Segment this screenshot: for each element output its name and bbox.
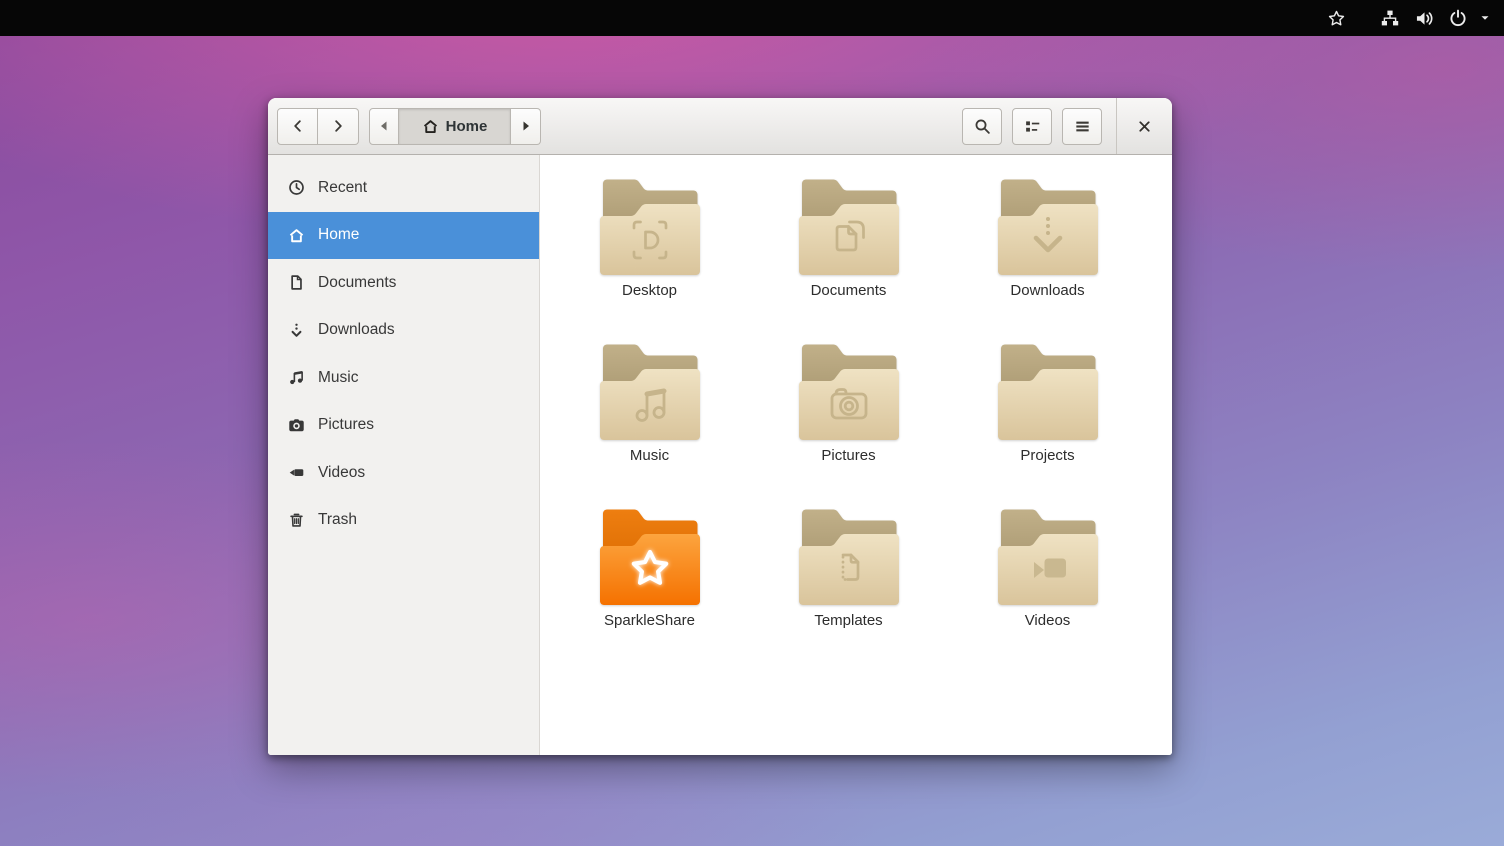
folder-icon-downloads	[995, 177, 1101, 277]
sidebar-item-label: Trash	[318, 511, 357, 529]
sidebar-item-downloads[interactable]: Downloads	[268, 307, 539, 355]
search-button[interactable]	[962, 108, 1002, 145]
sidebar-item-music[interactable]: Music	[268, 354, 539, 402]
home-icon	[287, 226, 305, 244]
home-icon	[422, 118, 439, 135]
folder-icon-documents	[796, 177, 902, 277]
folder-label: Videos	[1025, 612, 1071, 629]
sidebar-item-documents[interactable]: Documents	[268, 259, 539, 307]
sidebar-item-trash[interactable]: Trash	[268, 497, 539, 545]
history-nav-group	[277, 108, 359, 145]
sidebar-item-label: Documents	[318, 274, 396, 292]
window-body: Recent Home Documents Downloads Music Picture…	[268, 155, 1172, 755]
folder-icon-videos	[995, 507, 1101, 607]
folder-label: Pictures	[821, 447, 875, 464]
chevron-down-icon[interactable]	[1478, 0, 1492, 36]
sidebar-item-label: Videos	[318, 464, 365, 482]
view-list-button[interactable]	[1012, 108, 1052, 145]
sidebar-item-home[interactable]: Home	[268, 212, 539, 260]
back-button[interactable]	[277, 108, 318, 145]
folder-icon-pictures	[796, 342, 902, 442]
sidebar-item-label: Home	[318, 226, 359, 244]
path-home-button[interactable]: Home	[399, 108, 511, 145]
favorites-star-icon[interactable]	[1327, 0, 1346, 36]
folder-label: Music	[630, 447, 669, 464]
videos-icon	[287, 464, 305, 482]
folder-label: Documents	[811, 282, 887, 299]
sidebar-item-label: Music	[318, 369, 358, 387]
folder-label: Templates	[814, 612, 882, 629]
trash-icon	[287, 511, 305, 529]
sidebar-item-label: Recent	[318, 179, 367, 197]
folder-view: Desktop Documents Downloads Music Pictures Pr…	[540, 155, 1172, 755]
folder-icon-music	[597, 342, 703, 442]
folder-label: SparkleShare	[604, 612, 695, 629]
path-current-label: Home	[446, 118, 488, 135]
volume-icon[interactable]	[1414, 0, 1435, 36]
folder-templates[interactable]: Templates	[749, 505, 948, 670]
folder-downloads[interactable]: Downloads	[948, 175, 1147, 340]
downloads-icon	[287, 321, 305, 339]
folder-icon-none	[995, 342, 1101, 442]
folder-sparkleshare[interactable]: SparkleShare	[550, 505, 749, 670]
folder-label: Projects	[1020, 447, 1074, 464]
recent-icon	[287, 179, 305, 197]
power-icon[interactable]	[1448, 0, 1468, 36]
music-icon	[287, 369, 305, 387]
path-bar: Home	[369, 108, 541, 145]
folder-grid: Desktop Documents Downloads Music Pictures Pr…	[550, 175, 1172, 670]
folder-projects[interactable]: Projects	[948, 340, 1147, 505]
folder-icon-desktop	[597, 177, 703, 277]
network-icon[interactable]	[1380, 0, 1400, 36]
files-window: Home Recent Home Documents Downloads Music Pi…	[268, 98, 1172, 755]
close-icon[interactable]	[1127, 108, 1161, 145]
sidebar-item-label: Pictures	[318, 416, 374, 434]
headerbar: Home	[268, 98, 1172, 155]
folder-label: Desktop	[622, 282, 677, 299]
folder-music[interactable]: Music	[550, 340, 749, 505]
forward-button[interactable]	[318, 108, 359, 145]
folder-desktop[interactable]: Desktop	[550, 175, 749, 340]
system-tray	[1327, 0, 1504, 36]
path-scroll-right-button[interactable]	[511, 108, 541, 145]
pictures-icon	[287, 416, 305, 434]
folder-pictures[interactable]: Pictures	[749, 340, 948, 505]
headerbar-separator	[1116, 98, 1117, 154]
sidebar-item-recent[interactable]: Recent	[268, 164, 539, 212]
folder-icon-star	[597, 507, 703, 607]
gnome-top-bar	[0, 0, 1504, 36]
folder-documents[interactable]: Documents	[749, 175, 948, 340]
sidebar: Recent Home Documents Downloads Music Picture…	[268, 155, 540, 755]
documents-icon	[287, 274, 305, 292]
folder-videos[interactable]: Videos	[948, 505, 1147, 670]
sidebar-item-videos[interactable]: Videos	[268, 449, 539, 497]
menu-button[interactable]	[1062, 108, 1102, 145]
sidebar-item-pictures[interactable]: Pictures	[268, 402, 539, 450]
sidebar-item-label: Downloads	[318, 321, 395, 339]
folder-label: Downloads	[1010, 282, 1084, 299]
path-scroll-left-button[interactable]	[369, 108, 399, 145]
folder-icon-templates	[796, 507, 902, 607]
